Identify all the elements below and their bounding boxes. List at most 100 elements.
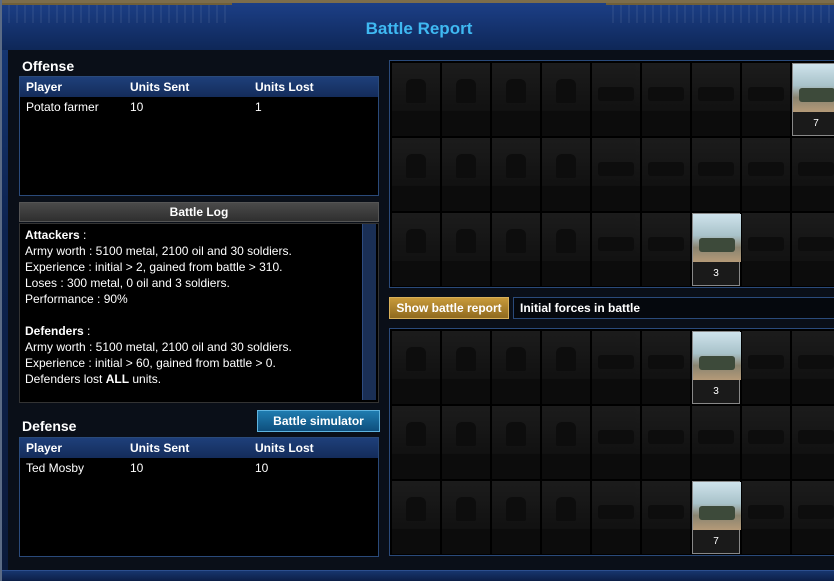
- unit-slot[interactable]: [492, 138, 540, 211]
- unit-slot[interactable]: [492, 406, 540, 479]
- unit-slot[interactable]: [792, 138, 834, 211]
- show-battle-report-button[interactable]: Show battle report: [389, 297, 509, 319]
- unit-slot[interactable]: [742, 213, 790, 286]
- unit-slot[interactable]: [592, 213, 640, 286]
- log-text: units.: [129, 372, 162, 386]
- unit-count: [592, 261, 640, 285]
- unit-slot[interactable]: [392, 213, 440, 286]
- unit-slot[interactable]: [592, 406, 640, 479]
- forces-select[interactable]: Initial forces in battle: [513, 297, 834, 319]
- unit-slot[interactable]: [492, 331, 540, 404]
- log-line: Performance : 90%: [25, 292, 128, 306]
- unit-slot[interactable]: [592, 63, 640, 136]
- offense-table-header: Player Units Sent Units Lost: [20, 77, 378, 97]
- unit-slot[interactable]: [642, 138, 690, 211]
- unit-slot[interactable]: [692, 406, 740, 479]
- unit-count: [642, 186, 690, 210]
- unit-count: [642, 111, 690, 135]
- column-header-units-lost: Units Lost: [255, 80, 314, 94]
- unit-slot[interactable]: [442, 481, 490, 554]
- unit-portrait: [742, 213, 790, 261]
- unit-count: [542, 454, 590, 478]
- unit-slot[interactable]: [492, 63, 540, 136]
- unit-count: [392, 111, 440, 135]
- unit-slot[interactable]: [542, 481, 590, 554]
- unit-slot[interactable]: [392, 481, 440, 554]
- unit-slot[interactable]: [742, 138, 790, 211]
- unit-slot[interactable]: [392, 331, 440, 404]
- unit-slot[interactable]: [742, 406, 790, 479]
- unit-count: [542, 111, 590, 135]
- unit-slot[interactable]: [642, 406, 690, 479]
- defense-table-header: Player Units Sent Units Lost: [20, 438, 378, 458]
- unit-grid-losses: 73: [389, 60, 834, 288]
- unit-portrait: [592, 481, 640, 529]
- log-label-suffix: :: [83, 324, 91, 338]
- unit-slot[interactable]: 3: [692, 213, 741, 286]
- unit-portrait: [592, 63, 640, 111]
- unit-slot[interactable]: [542, 63, 590, 136]
- unit-portrait: [492, 63, 540, 111]
- unit-slot[interactable]: [692, 138, 740, 211]
- unit-count: [442, 379, 490, 403]
- unit-slot[interactable]: [542, 331, 590, 404]
- unit-slot[interactable]: [592, 138, 640, 211]
- unit-slot[interactable]: [792, 213, 834, 286]
- unit-count: [492, 379, 540, 403]
- unit-slot[interactable]: [642, 63, 690, 136]
- log-section-label: Attackers :: [25, 227, 358, 243]
- unit-slot[interactable]: [392, 63, 440, 136]
- unit-slot[interactable]: [742, 63, 790, 136]
- unit-slot[interactable]: [542, 138, 590, 211]
- unit-portrait: [642, 331, 690, 379]
- unit-slot[interactable]: [442, 213, 490, 286]
- column-header-units-sent: Units Sent: [130, 441, 190, 455]
- unit-slot[interactable]: [542, 406, 590, 479]
- unit-portrait: [442, 406, 490, 454]
- unit-slot[interactable]: [642, 213, 690, 286]
- unit-portrait: [693, 482, 741, 530]
- unit-slot[interactable]: [392, 138, 440, 211]
- unit-slot[interactable]: [742, 331, 790, 404]
- unit-slot[interactable]: 3: [692, 331, 741, 404]
- unit-portrait: [742, 481, 790, 529]
- unit-slot[interactable]: [692, 63, 740, 136]
- unit-portrait: [492, 406, 540, 454]
- unit-grid-initial-forces: 37: [389, 328, 834, 556]
- unit-portrait: [442, 63, 490, 111]
- unit-slot[interactable]: 7: [692, 481, 741, 554]
- unit-slot[interactable]: [792, 331, 834, 404]
- unit-count: 7: [713, 536, 719, 547]
- log-section-label: Defenders :: [25, 323, 358, 339]
- unit-count: [542, 529, 590, 553]
- unit-slot[interactable]: [542, 213, 590, 286]
- unit-count: [742, 186, 790, 210]
- unit-count: [442, 111, 490, 135]
- unit-slot[interactable]: [642, 331, 690, 404]
- unit-count: [642, 454, 690, 478]
- unit-slot[interactable]: [442, 63, 490, 136]
- unit-slot[interactable]: [442, 138, 490, 211]
- unit-portrait: [642, 63, 690, 111]
- unit-slot[interactable]: [792, 481, 834, 554]
- unit-count: [492, 261, 540, 285]
- unit-slot[interactable]: [592, 481, 640, 554]
- unit-slot[interactable]: [442, 331, 490, 404]
- unit-portrait: [442, 331, 490, 379]
- bottom-bar: [2, 570, 834, 581]
- unit-count: [442, 454, 490, 478]
- battle-log-scrollbar[interactable]: [362, 224, 376, 400]
- unit-count: 3: [713, 268, 719, 279]
- unit-slot[interactable]: 7: [792, 63, 834, 136]
- battle-simulator-button[interactable]: Battle simulator: [257, 410, 380, 432]
- unit-slot[interactable]: [792, 406, 834, 479]
- unit-slot[interactable]: [642, 481, 690, 554]
- unit-slot[interactable]: [742, 481, 790, 554]
- unit-slot[interactable]: [592, 331, 640, 404]
- unit-count: [692, 111, 740, 135]
- unit-portrait: [792, 481, 834, 529]
- unit-slot[interactable]: [392, 406, 440, 479]
- unit-slot[interactable]: [492, 213, 540, 286]
- unit-slot[interactable]: [492, 481, 540, 554]
- unit-slot[interactable]: [442, 406, 490, 479]
